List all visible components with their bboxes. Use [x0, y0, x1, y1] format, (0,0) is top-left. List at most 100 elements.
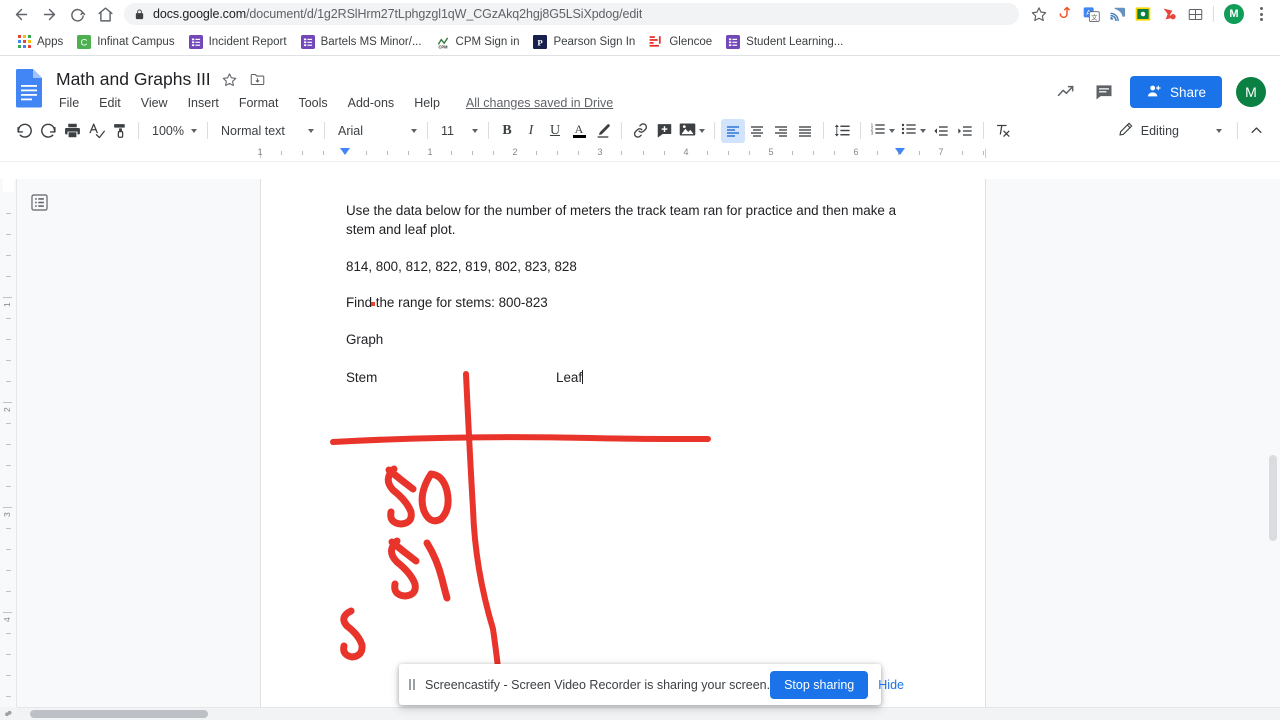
sharing-message: Screencastify - Screen Video Recorder is… [425, 677, 771, 692]
redo-icon[interactable] [36, 119, 60, 143]
document-text-body[interactable]: Use the data below for the number of met… [346, 201, 900, 388]
leaf-text: Leaf [556, 370, 583, 386]
kami-icon[interactable] [1157, 2, 1181, 26]
text-color-button[interactable]: A [567, 119, 591, 143]
extensions-strip: A文 M [1053, 2, 1272, 26]
bookmark-student-learning[interactable]: Student Learning... [719, 32, 850, 52]
svg-text:CPM: CPM [438, 44, 448, 49]
link-icon[interactable] [628, 119, 652, 143]
back-button[interactable] [8, 1, 34, 27]
home-button[interactable] [92, 1, 118, 27]
style-value: Normal text [221, 123, 285, 138]
bookmark-label: Incident Report [208, 35, 287, 48]
numbered-list-button[interactable]: 123 [867, 119, 898, 143]
mode-dropdown-button[interactable] [1207, 119, 1231, 143]
decrease-indent-icon[interactable] [929, 119, 953, 143]
font-family-select[interactable]: Arial [331, 119, 421, 143]
document-title[interactable]: Math and Graphs III [56, 69, 211, 90]
line-spacing-icon[interactable] [830, 119, 854, 143]
chrome-menu-button[interactable] [1250, 2, 1272, 26]
star-icon[interactable] [221, 70, 239, 88]
vruler-number: 3 [2, 512, 12, 517]
menu-format[interactable]: Format [237, 95, 281, 111]
bulleted-list-button[interactable] [898, 119, 929, 143]
screencastify-icon[interactable] [1131, 2, 1155, 26]
left-indent-marker[interactable] [340, 148, 350, 155]
google-forms-icon [188, 34, 203, 49]
vertical-ruler[interactable]: 1 2 3 4 5 6 [0, 179, 17, 718]
increase-indent-icon[interactable] [953, 119, 977, 143]
menu-view[interactable]: View [139, 95, 170, 111]
cpm-icon: CPM [436, 35, 450, 49]
editing-mode-button[interactable]: Editing [1112, 119, 1185, 143]
chevron-down-icon [699, 128, 705, 133]
menu-insert[interactable]: Insert [186, 95, 221, 111]
vertical-scrollbar[interactable] [1265, 179, 1280, 707]
highlight-icon[interactable] [591, 119, 615, 143]
vertical-scrollbar-thumb[interactable] [1269, 455, 1277, 541]
bookmark-glencoe[interactable]: Glencoe [642, 32, 719, 52]
align-justify-icon[interactable] [793, 119, 817, 143]
print-icon[interactable] [60, 119, 84, 143]
undo-icon[interactable] [12, 119, 36, 143]
comment-history-icon[interactable] [1088, 76, 1120, 108]
profile-avatar[interactable]: M [1224, 4, 1244, 24]
extensions-grid-icon[interactable] [1183, 2, 1207, 26]
hook-extension-icon[interactable] [1053, 2, 1077, 26]
move-to-folder-icon[interactable] [249, 70, 267, 88]
docs-header: Math and Graphs III File Edit View Inser… [0, 56, 1280, 116]
ruler-number: 6 [853, 147, 859, 157]
right-indent-marker[interactable] [895, 148, 905, 155]
document-page[interactable]: Use the data below for the number of met… [260, 179, 986, 720]
hide-notification-button[interactable]: Hide [868, 671, 914, 699]
show-document-outline-icon[interactable] [26, 189, 52, 215]
menu-addons[interactable]: Add-ons [346, 95, 397, 111]
zoom-select[interactable]: 100% [145, 119, 201, 143]
bookmark-star-icon[interactable] [1027, 2, 1051, 26]
menu-edit[interactable]: Edit [97, 95, 123, 111]
align-center-icon[interactable] [745, 119, 769, 143]
bookmark-cpm-sign-in[interactable]: CPM CPM Sign in [429, 32, 527, 52]
ink-horizontal-line [330, 434, 711, 445]
font-size-select[interactable]: 11 [434, 119, 482, 143]
glencoe-icon [649, 34, 664, 49]
document-workspace: 1 2 3 4 5 6 [0, 179, 1280, 720]
bookmark-incident-report[interactable]: Incident Report [182, 32, 294, 52]
horizontal-scrollbar-thumb[interactable] [30, 710, 208, 718]
add-comment-icon[interactable] [652, 119, 676, 143]
bookmark-bartels-ms-minor[interactable]: Bartels MS Minor/... [294, 32, 429, 52]
bookmark-infinite-campus[interactable]: C Infinat Campus [70, 32, 181, 52]
paint-format-icon[interactable] [108, 119, 132, 143]
google-translate-icon[interactable]: A文 [1079, 2, 1103, 26]
align-left-icon[interactable] [721, 118, 745, 143]
spellcheck-icon[interactable] [84, 119, 108, 143]
address-bar[interactable]: docs.google.com/document/d/1g2RSlHrm27tL… [124, 3, 1019, 25]
share-button[interactable]: Share [1129, 76, 1222, 108]
clear-formatting-icon[interactable] [990, 119, 1014, 143]
stem-column-header: Stem [346, 370, 378, 386]
bookmark-apps[interactable]: Apps [10, 32, 70, 52]
toolbar-divider [860, 122, 861, 139]
underline-button[interactable]: U [543, 119, 567, 143]
toolbar-divider [207, 122, 208, 139]
paragraph-style-select[interactable]: Normal text [214, 119, 318, 143]
menu-help[interactable]: Help [412, 95, 442, 111]
activity-dashboard-icon[interactable] [1050, 76, 1082, 108]
bookmark-pearson-sign-in[interactable]: P Pearson Sign In [526, 32, 642, 52]
horizontal-scrollbar[interactable] [0, 707, 1280, 720]
docs-account-avatar[interactable]: M [1236, 77, 1266, 107]
collapse-toolbar-icon[interactable] [1244, 119, 1268, 143]
insert-image-button[interactable] [676, 119, 708, 143]
horizontal-ruler[interactable]: 1 1 2 3 4 5 6 7 [0, 145, 1280, 162]
stop-sharing-button[interactable]: Stop sharing [770, 670, 869, 699]
save-status[interactable]: All changes saved in Drive [466, 96, 613, 110]
reload-button[interactable] [64, 1, 90, 27]
menu-tools[interactable]: Tools [296, 95, 329, 111]
forward-button[interactable] [36, 1, 62, 27]
svg-text:P: P [538, 37, 544, 47]
cast-icon[interactable] [1105, 2, 1129, 26]
menu-file[interactable]: File [57, 95, 81, 111]
italic-button[interactable]: I [519, 119, 543, 143]
bold-button[interactable]: B [495, 119, 519, 143]
align-right-icon[interactable] [769, 119, 793, 143]
